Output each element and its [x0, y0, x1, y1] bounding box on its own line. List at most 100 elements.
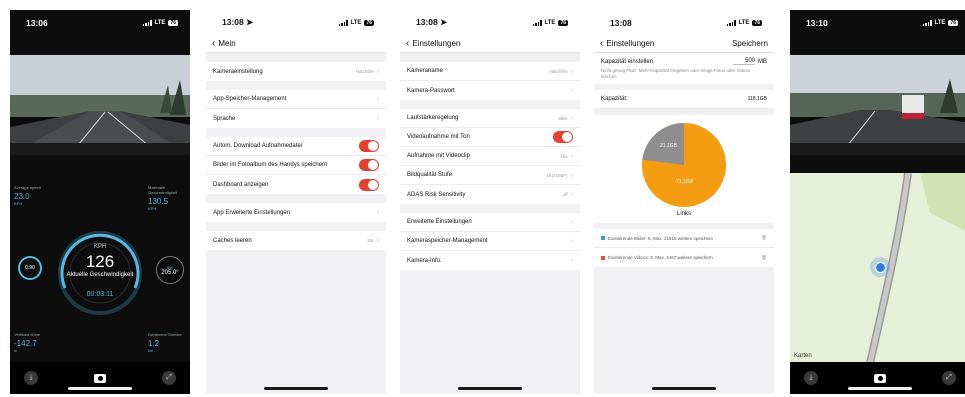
legend-swatch-images	[601, 236, 605, 240]
pie-caption: Links	[676, 211, 691, 217]
chevron-right-icon: ›	[570, 152, 573, 160]
auto-download-toggle[interactable]	[359, 140, 379, 152]
max-speed-label: Maximale Geschwindigkeit	[148, 185, 178, 195]
camera-live-view[interactable]	[10, 55, 190, 155]
row-record-audio: Videoaufnahme mit Ton	[400, 128, 580, 147]
camera-live-view[interactable]	[790, 55, 965, 155]
avg-speed-stat: Average speed 23.0 KPH	[14, 185, 41, 206]
row-label: Kameraeinstellung	[213, 68, 263, 75]
save-button[interactable]: Speichern	[732, 39, 768, 48]
row-label: Aufnahme mit Videoclip	[407, 153, 470, 159]
row-label: Bilder im Fotoalbum des Handys speichern	[213, 162, 328, 168]
back-button[interactable]: ‹ Einstellungen	[600, 38, 655, 48]
map-view[interactable]: Karten	[790, 172, 965, 364]
row-app-storage[interactable]: App-Speicher-Management ›	[206, 90, 386, 109]
home-indicator	[458, 387, 522, 390]
max-speed-unit: KPH	[148, 206, 157, 211]
signal-icon	[922, 19, 932, 26]
row-video-clip[interactable]: Aufnahme mit Videoclip 15s ›	[400, 147, 580, 166]
chevron-left-icon: ‹	[212, 37, 216, 49]
camera-icon[interactable]	[94, 373, 106, 383]
total-capacity-label: Kapazität:	[601, 96, 628, 102]
signal-icon	[142, 19, 152, 26]
back-button[interactable]: ‹ Einstellungen	[406, 38, 460, 48]
chevron-right-icon: ›	[570, 67, 573, 75]
expand-icon[interactable]: ⤢	[942, 371, 956, 385]
battery-icon: 76	[364, 19, 374, 26]
total-capacity-row: Kapazität: 118.1GB	[594, 90, 774, 109]
elapsed-time: 00:03:11	[86, 291, 114, 298]
record-audio-toggle[interactable]	[553, 131, 573, 143]
settings-group: Lautstärkeregelung Stille › Videoaufnahme …	[400, 109, 580, 204]
legend-label: Existierende Bilder: 6, Max. 21918 weite…	[608, 235, 714, 241]
status-time: 13:08 ➤	[222, 17, 254, 27]
battery-icon: 76	[752, 19, 762, 26]
chevron-right-icon: ›	[570, 218, 573, 226]
pie-label-used: 21.1GB	[660, 143, 678, 149]
row-camera-password[interactable]: Kamera-Passwort ›	[400, 81, 580, 100]
altitude-stat: Vertikale Höhe -142.7 m	[14, 332, 40, 353]
network-label: LTE	[350, 19, 362, 26]
row-camera-setting[interactable]: Kameraeinstellung Hatchfire ›	[206, 62, 386, 81]
location-marker-icon	[870, 257, 890, 277]
row-camera-info[interactable]: Kamera-Info. ›	[400, 251, 580, 270]
screen-app-settings: 13:08 ➤ LTE 76 ‹ Mein Kameraeinstellung Ha…	[206, 10, 386, 394]
road-scene-image	[10, 55, 190, 155]
dashboard-toggle[interactable]	[359, 178, 379, 191]
row-language[interactable]: Sprache ›	[206, 109, 386, 128]
gforce-dial: 0.90	[18, 256, 42, 280]
row-value: Stille	[557, 115, 568, 121]
network-label: LTE	[934, 19, 946, 26]
back-button[interactable]: ‹ Mein	[212, 37, 236, 49]
row-value: 2M	[367, 238, 374, 243]
status-time: 13:08	[610, 17, 632, 28]
row-auto-download: Autom. Download Aufnahmedatei	[206, 137, 386, 156]
row-save-to-album: Bilder im Fotoalbum des Handys speichern	[206, 156, 386, 175]
altitude-label: Vertikale Höhe	[14, 332, 41, 337]
screen-camera-settings: 13:08 ➤ LTE 76 ‹ Einstellungen Kameraname…	[400, 10, 580, 394]
nav-bar: ‹ Mein	[206, 35, 386, 53]
gauge-unit: KPH	[93, 244, 107, 250]
row-label: Kameraname	[407, 68, 444, 74]
legend-videos: Existierende Videos: 9, Max. 4467 weiter…	[594, 248, 774, 267]
status-bar: 13:08 ➤ LTE 76	[206, 10, 386, 35]
download-icon[interactable]: ⤓	[24, 371, 38, 385]
settings-group: Caches leeren 2M ›	[206, 231, 386, 250]
status-bar: 13:08 LTE 76	[594, 10, 774, 35]
pie-label-free: 71.1GB	[676, 179, 694, 185]
chevron-right-icon: ›	[376, 237, 379, 244]
chevron-right-icon: ›	[376, 68, 379, 75]
download-icon[interactable]: ⤓	[804, 371, 818, 385]
save-album-toggle[interactable]	[359, 159, 379, 171]
row-label: Videoaufnahme mit Ton	[407, 134, 470, 140]
trash-icon[interactable]: 🗑	[761, 235, 767, 241]
row-label: Autom. Download Aufnahmedatei	[213, 143, 303, 149]
legend-images: Existierende Bilder: 6, Max. 21918 weite…	[594, 229, 774, 248]
screen-map: 13:10 LTE 76 Karten ⤓ ⤢	[790, 10, 965, 394]
row-label: Kameraspeicher-Management	[407, 238, 488, 244]
row-adas-sensitivity[interactable]: ADAS Risk Sensitivity off ›	[400, 185, 580, 204]
battery-icon: 76	[558, 19, 568, 26]
chevron-right-icon: ›	[570, 171, 573, 179]
expand-icon[interactable]: ⤢	[162, 371, 176, 385]
row-volume[interactable]: Lautstärkeregelung Stille ›	[400, 109, 580, 128]
trash-icon[interactable]: 🗑	[761, 255, 767, 261]
chevron-right-icon: ›	[376, 209, 379, 216]
row-advanced-settings[interactable]: Erweiterte Einstellungen ›	[400, 213, 580, 232]
back-label: Einstellungen	[606, 39, 655, 48]
row-camera-name[interactable]: Kameraname Hatchfire ›	[400, 62, 580, 81]
road-scene-image	[790, 55, 965, 155]
distance-value: 1.2	[148, 339, 160, 348]
max-speed-stat: Maximale Geschwindigkeit 130.5 KPH	[148, 185, 188, 211]
avg-speed-value: 23.0	[14, 192, 30, 201]
settings-group: Kameraname Hatchfire › Kamera-Passwort ›	[400, 62, 580, 100]
row-label: ADAS Risk Sensitivity	[407, 191, 466, 198]
row-image-quality[interactable]: Bildqualität Stufe 4K(2160P) ›	[400, 166, 580, 185]
row-advanced-app-settings[interactable]: App Erweiterte Einstellungen ›	[206, 203, 386, 222]
camera-icon[interactable]	[874, 373, 886, 383]
row-camera-storage[interactable]: Kameraspeicher-Management ›	[400, 232, 580, 251]
chevron-right-icon: ›	[570, 87, 573, 94]
chevron-right-icon: ›	[570, 191, 573, 198]
capacity-input[interactable]: 500	[733, 58, 755, 65]
row-clear-cache[interactable]: Caches leeren 2M ›	[206, 231, 386, 250]
